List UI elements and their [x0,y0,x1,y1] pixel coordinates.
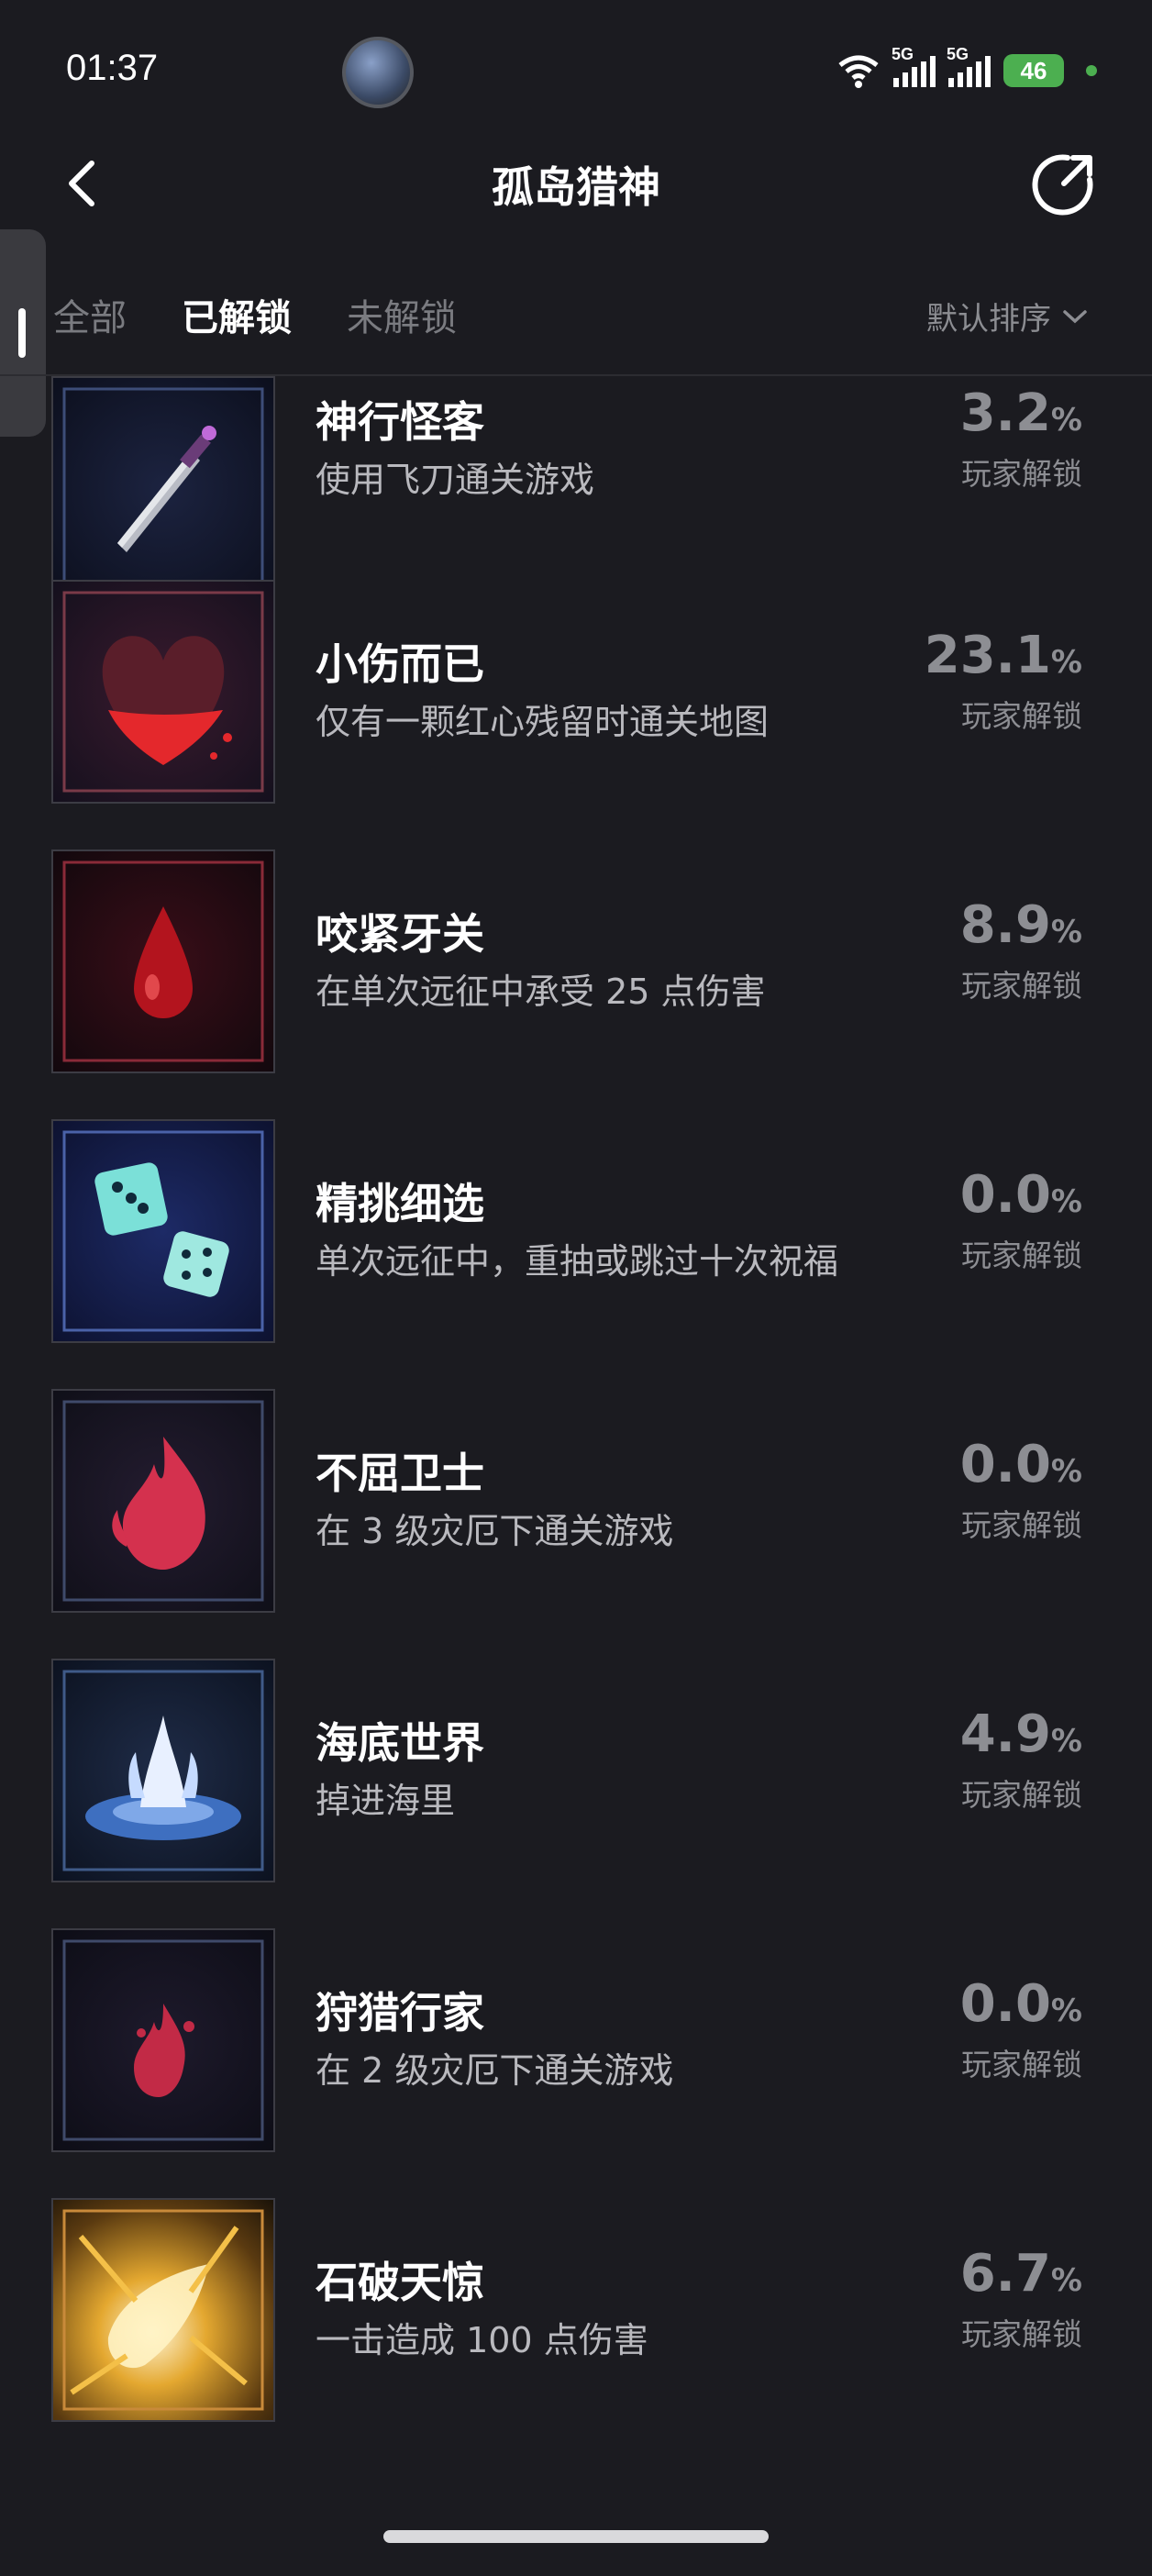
list-item[interactable]: 精挑细选 单次远征中，重抽或跳过十次祝福 0.0% 玩家解锁 [0,1119,1152,1389]
unlock-label: 玩家解锁 [961,968,1082,1004]
small-flame-icon [51,1928,275,2152]
heart-icon [51,580,275,804]
achievement-desc: 在 3 级灾厄下通关游戏 [316,1511,674,1551]
list-item[interactable]: 神行怪客 使用飞刀通关游戏 3.2% 玩家解锁 [0,376,1152,600]
indicator-dot [1086,65,1097,76]
chevron-down-icon [1063,309,1087,323]
achievement-name: 咬紧牙关 [316,909,484,959]
header: 孤岛猎神 [0,138,1152,229]
unlock-label: 玩家解锁 [961,456,1082,492]
flame-icon [51,1389,275,1613]
tab-unlocked[interactable]: 已解锁 [182,288,292,341]
unlock-label: 玩家解锁 [961,2316,1082,2352]
achievement-name: 不屈卫士 [316,1449,484,1498]
unlock-percent: 23.1% [924,626,1082,685]
wifi-icon [838,55,879,88]
system-icons: 5G 5G 46 [836,45,1097,94]
water-splash-icon [51,1659,275,1882]
list-item[interactable]: 海底世界 掉进海里 4.9% 玩家解锁 [0,1659,1152,1928]
unlock-percent: 6.7% [959,2244,1082,2304]
signal-icon: 5G [947,45,991,87]
unlock-label: 玩家解锁 [961,1507,1082,1543]
achievement-desc: 使用飞刀通关游戏 [316,460,595,500]
status-bar: 01:37 5G 5G 46 [0,0,1152,138]
achievement-name: 小伤而已 [316,639,484,689]
signal-icon: 5G [892,45,936,87]
achievement-desc: 掉进海里 [316,1781,456,1821]
share-icon[interactable] [1031,150,1097,217]
achievement-name: 海底世界 [316,1718,484,1768]
achievement-desc: 单次远征中，重抽或跳过十次祝福 [316,1241,839,1282]
achievement-desc: 在 2 级灾厄下通关游戏 [316,2050,674,2091]
tab-all[interactable]: 全部 [53,288,127,341]
unlock-label: 玩家解锁 [961,1238,1082,1273]
sort-dropdown[interactable]: 默认排序 [926,294,1088,339]
unlock-percent: 8.9% [959,895,1082,955]
unlock-label: 玩家解锁 [961,2047,1082,2082]
filter-tabs: 全部 已解锁 未解锁 默认排序 [0,275,1152,349]
blood-drop-icon [51,849,275,1073]
achievement-name: 神行怪客 [316,397,484,447]
dagger-icon [51,376,275,600]
list-item[interactable]: 石破天惊 一击造成 100 点伤害 6.7% 玩家解锁 [0,2198,1152,2468]
list-item[interactable]: 不屈卫士 在 3 级灾厄下通关游戏 0.0% 玩家解锁 [0,1389,1152,1659]
dice-icon [51,1119,275,1343]
achievement-name: 石破天惊 [316,2258,484,2307]
list-item[interactable]: 咬紧牙关 在单次远征中承受 25 点伤害 8.9% 玩家解锁 [0,849,1152,1119]
page-title: 孤岛猎神 [492,162,660,212]
unlock-percent: 0.0% [959,1974,1082,2034]
achievement-name: 精挑细选 [316,1179,484,1228]
unlock-label: 玩家解锁 [961,698,1082,734]
game-avatar[interactable] [342,37,414,108]
achievement-desc: 一击造成 100 点伤害 [316,2320,648,2360]
net-label: 5G [947,45,969,63]
unlock-percent: 3.2% [959,383,1082,443]
unlock-percent: 0.0% [959,1165,1082,1225]
battery-level: 46 [1020,56,1047,84]
tab-locked[interactable]: 未解锁 [347,288,457,341]
net-label: 5G [892,45,914,63]
golden-rock-icon [51,2198,275,2422]
unlock-percent: 4.9% [959,1704,1082,1764]
unlock-label: 玩家解锁 [961,1777,1082,1813]
home-indicator[interactable] [383,2530,769,2543]
battery-icon: 46 [1003,54,1064,87]
unlock-percent: 0.0% [959,1435,1082,1494]
sort-label: 默认排序 [926,301,1051,338]
achievement-name: 狩猎行家 [316,1988,484,2037]
list-item[interactable]: 小伤而已 仅有一颗红心残留时通关地图 23.1% 玩家解锁 [0,580,1152,849]
status-time: 01:37 [66,48,159,88]
achievement-desc: 仅有一颗红心残留时通关地图 [316,702,770,742]
achievement-desc: 在单次远征中承受 25 点伤害 [316,972,766,1012]
list-item[interactable]: 狩猎行家 在 2 级灾厄下通关游戏 0.0% 玩家解锁 [0,1928,1152,2198]
achievement-list: 神行怪客 使用飞刀通关游戏 3.2% 玩家解锁 小伤而已 仅有一颗红心残留时通关… [0,376,1152,2477]
